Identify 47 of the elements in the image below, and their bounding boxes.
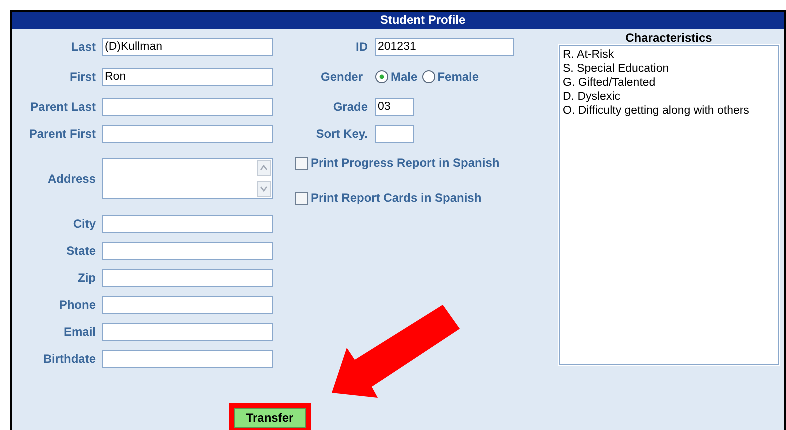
- transfer-button[interactable]: Transfer: [234, 408, 306, 428]
- input-field[interactable]: Ron: [102, 68, 273, 86]
- radio-icon[interactable]: [422, 70, 436, 84]
- checkbox-label: Print Progress Report in Spanish: [311, 156, 500, 170]
- field-label: Phone: [58, 298, 97, 312]
- list-item[interactable]: D. Dyslexic: [563, 90, 775, 104]
- field-label: ID: [355, 40, 369, 54]
- input-field[interactable]: 201231: [375, 38, 514, 56]
- field-label: Email: [62, 325, 97, 339]
- field-label: Grade: [332, 100, 369, 114]
- field-label: Birthdate: [42, 352, 97, 366]
- input-field[interactable]: (D)Kullman: [102, 38, 273, 56]
- field-label: Sort Key.: [315, 127, 369, 141]
- checkbox[interactable]: [295, 192, 308, 204]
- field-label: City: [72, 217, 97, 231]
- field-label: Last: [70, 40, 97, 54]
- input-field[interactable]: 03: [375, 98, 414, 116]
- list-title: Characteristics: [624, 32, 714, 45]
- radio-icon[interactable]: [375, 70, 389, 84]
- scroll-down-icon[interactable]: [257, 181, 271, 197]
- list-item[interactable]: G. Gifted/Talented: [563, 76, 775, 90]
- list-item[interactable]: R. At-Risk: [563, 48, 775, 62]
- panel-title: Student Profile: [12, 12, 784, 29]
- input-field[interactable]: [102, 125, 273, 143]
- input-field[interactable]: [102, 98, 273, 116]
- field-label: Zip: [77, 271, 97, 285]
- field-label: State: [66, 244, 97, 258]
- input-field[interactable]: [102, 296, 273, 314]
- field-label: First: [68, 70, 97, 84]
- input-field[interactable]: [102, 350, 273, 368]
- field-label: Parent Last: [30, 100, 97, 114]
- checkbox-label: Print Report Cards in Spanish: [311, 191, 482, 205]
- input-field[interactable]: [102, 323, 273, 341]
- field-label: Parent First: [28, 127, 97, 141]
- field-label: Gender: [320, 70, 364, 84]
- input-field[interactable]: [102, 269, 273, 287]
- input-field[interactable]: [375, 125, 414, 143]
- field-label: Address: [46, 172, 97, 186]
- checkbox[interactable]: [295, 156, 308, 170]
- input-field[interactable]: [102, 215, 273, 233]
- list-item[interactable]: O. Difficulty getting along with others: [563, 104, 775, 118]
- gender-radio[interactable]: Male: [375, 70, 418, 84]
- text-area[interactable]: [102, 158, 273, 199]
- scroll-up-icon[interactable]: [257, 160, 271, 176]
- input-field[interactable]: [102, 242, 273, 260]
- list-item[interactable]: S. Special Education: [563, 62, 775, 76]
- gender-radio[interactable]: Female: [422, 70, 480, 84]
